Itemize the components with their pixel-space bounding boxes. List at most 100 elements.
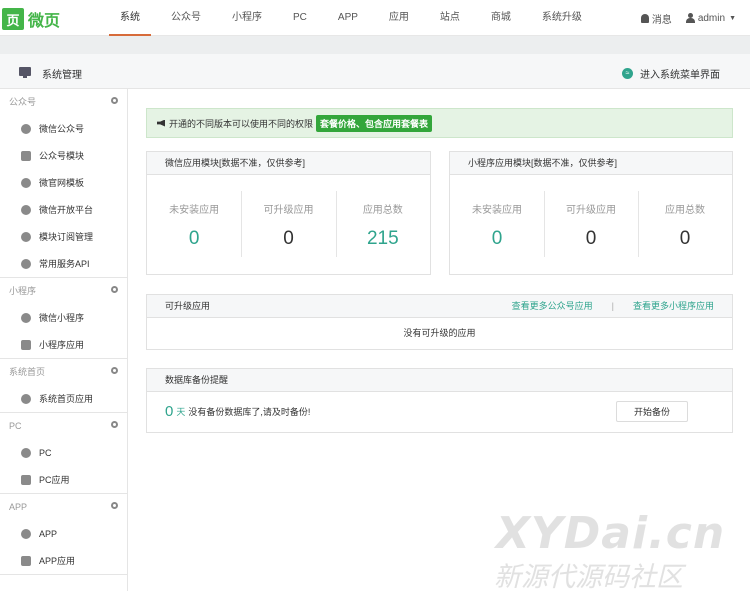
user-name: admin xyxy=(697,12,726,24)
wechat-modules-card: 微信应用模块[数据不准，仅供参考] 未安装应用 0 可升级应用 0 应用总数 2… xyxy=(146,151,431,275)
enter-menu-label: 进入系统菜单界面 xyxy=(640,70,720,81)
switch-icon: ≈ xyxy=(622,68,633,79)
section-header: 系统管理 ≈ 进入系统菜单界面 xyxy=(0,54,750,89)
card-header: 可升级应用 查看更多公众号应用 | 查看更多小程序应用 xyxy=(147,295,732,318)
gear-icon[interactable] xyxy=(111,502,118,509)
megaphone-icon xyxy=(157,119,165,127)
card-title: 微信应用模块[数据不准，仅供参考] xyxy=(147,152,430,175)
stat-uninstalled[interactable]: 未安装应用 0 xyxy=(147,201,241,250)
sidebar-group-title: PC xyxy=(0,413,127,439)
messages-link[interactable]: 消息 xyxy=(640,11,672,26)
stat-total[interactable]: 应用总数 0 xyxy=(638,190,732,257)
backup-message: 没有备份数据库了,请及时备份! xyxy=(188,406,311,417)
sidebar-item-mini-program-apps[interactable]: 小程序应用 xyxy=(0,331,127,358)
sidebar-item-label: 微信公众号 xyxy=(39,124,85,134)
pc-icon xyxy=(21,447,31,458)
logo[interactable]: 页 微页 xyxy=(2,7,60,31)
enter-system-menu-link[interactable]: ≈ 进入系统菜单界面 xyxy=(622,66,720,81)
user-menu[interactable]: admin ▼ xyxy=(685,12,736,24)
sidebar-item-home-apps[interactable]: 系统首页应用 xyxy=(0,385,127,412)
sidebar-item-service-api[interactable]: 常用服务API xyxy=(0,250,127,277)
stat-value: 0 xyxy=(679,227,691,249)
section-title: 系统管理 xyxy=(42,70,82,81)
stats-row: 未安装应用 0 可升级应用 0 应用总数 215 xyxy=(147,175,430,275)
nav-tab-apps[interactable]: 应用 xyxy=(378,0,420,36)
monitor-icon xyxy=(19,67,31,78)
stat-label: 可升级应用 xyxy=(566,204,616,216)
stat-value: 0 xyxy=(283,227,294,249)
app-icon xyxy=(21,555,31,566)
nav-tab-mall[interactable]: 商城 xyxy=(480,0,522,36)
home-icon xyxy=(21,393,31,404)
template-icon xyxy=(21,177,31,188)
sidebar-item-wechat-mini-program[interactable]: 微信小程序 xyxy=(0,304,127,331)
stat-label: 应用总数 xyxy=(362,204,403,216)
card-title: 小程序应用模块[数据不准，仅供参考] xyxy=(450,152,732,175)
watermark-subtext: 新源代源码社区 xyxy=(494,562,683,591)
gear-icon[interactable] xyxy=(111,367,118,374)
sidebar-item-app[interactable]: APP xyxy=(0,520,127,547)
gear-icon[interactable] xyxy=(111,97,118,104)
subscription-icon xyxy=(21,231,31,242)
app-icon xyxy=(21,528,31,539)
stat-total[interactable]: 应用总数 215 xyxy=(335,190,430,257)
stat-upgradable[interactable]: 可升级应用 0 xyxy=(544,190,638,257)
nav-tab-official-account[interactable]: 公众号 xyxy=(160,0,212,36)
start-backup-button[interactable]: 开始备份 xyxy=(616,401,688,422)
sidebar-item-label: 系统首页应用 xyxy=(39,394,94,404)
notice-text: 开通的不同版本可以使用不同的权限 xyxy=(169,118,314,129)
more-account-apps-link[interactable]: 查看更多公众号应用 xyxy=(512,295,593,318)
backup-row: 0 天 没有备份数据库了,请及时备份! 开始备份 xyxy=(147,392,732,430)
bell-icon xyxy=(640,13,649,23)
group-label: 小程序 xyxy=(9,286,37,296)
sidebar-item-label: 小程序应用 xyxy=(39,340,85,350)
nav-tab-mini-program[interactable]: 小程序 xyxy=(221,0,273,36)
backup-days: 0 xyxy=(165,402,174,420)
sidebar-item-label: 微信开放平台 xyxy=(39,205,94,215)
sidebar-item-site-templates[interactable]: 微官网模板 xyxy=(0,169,127,196)
backup-reminder-card: 数据库备份提醒 0 天 没有备份数据库了,请及时备份! 开始备份 xyxy=(146,368,733,433)
sidebar-group-pc: PC PC PC应用 xyxy=(0,413,127,494)
nav-tab-system[interactable]: 系统 xyxy=(109,0,151,36)
stat-upgradable[interactable]: 可升级应用 0 xyxy=(241,190,335,257)
sidebar-item-wechat-account[interactable]: 微信公众号 xyxy=(0,115,127,142)
group-label: APP xyxy=(9,502,28,512)
header-gap xyxy=(0,36,750,54)
sidebar: 公众号 微信公众号 公众号模块 微官网模板 微信开放平台 模块订阅管理 常用服务… xyxy=(0,89,128,591)
nav-right: 消息 admin ▼ xyxy=(640,0,750,36)
sidebar-item-module-subscriptions[interactable]: 模块订阅管理 xyxy=(0,223,127,250)
sidebar-group-title: 小程序 xyxy=(0,278,127,304)
card-title: 可升级应用 xyxy=(165,301,211,311)
card-links: 查看更多公众号应用 | 查看更多小程序应用 xyxy=(512,295,714,318)
pricing-link[interactable]: 套餐价格、包含应用套餐表 xyxy=(316,114,433,132)
nav-tab-site[interactable]: 站点 xyxy=(429,0,471,36)
sidebar-item-open-platform[interactable]: 微信开放平台 xyxy=(0,196,127,223)
stat-label: 未安装应用 xyxy=(169,204,220,216)
group-label: 系统首页 xyxy=(9,367,46,377)
sidebar-item-account-modules[interactable]: 公众号模块 xyxy=(0,142,127,169)
gear-icon[interactable] xyxy=(111,421,118,428)
nav-tab-upgrade[interactable]: 系统升级 xyxy=(531,0,593,36)
sidebar-item-app-apps[interactable]: APP应用 xyxy=(0,547,127,574)
watermark-text: XYDai.cn xyxy=(496,508,726,559)
sidebar-item-label: 常用服务API xyxy=(39,259,90,269)
sidebar-item-label: 公众号模块 xyxy=(39,151,85,161)
user-icon xyxy=(685,13,695,23)
sidebar-item-pc[interactable]: PC xyxy=(0,439,127,466)
link-separator: | xyxy=(611,301,614,311)
empty-state: 没有可升级的应用 xyxy=(403,328,476,338)
nav-tab-pc[interactable]: PC xyxy=(282,0,318,36)
sidebar-item-pc-apps[interactable]: PC应用 xyxy=(0,466,127,493)
stat-value: 215 xyxy=(366,227,399,249)
more-mini-program-apps-link[interactable]: 查看更多小程序应用 xyxy=(633,295,714,318)
sidebar-group-title: 公众号 xyxy=(0,89,127,115)
sidebar-item-label: 微信小程序 xyxy=(39,313,85,323)
nav-tab-app[interactable]: APP xyxy=(327,0,369,36)
app-icon xyxy=(21,474,31,485)
stat-uninstalled[interactable]: 未安装应用 0 xyxy=(450,201,544,250)
stat-label: 未安装应用 xyxy=(472,204,522,216)
sidebar-group-official-account: 公众号 微信公众号 公众号模块 微官网模板 微信开放平台 模块订阅管理 常用服务… xyxy=(0,89,127,278)
version-notice: 开通的不同版本可以使用不同的权限 套餐价格、包含应用套餐表 xyxy=(146,108,733,138)
gear-icon[interactable] xyxy=(111,286,118,293)
card-title: 数据库备份提醒 xyxy=(147,369,732,392)
